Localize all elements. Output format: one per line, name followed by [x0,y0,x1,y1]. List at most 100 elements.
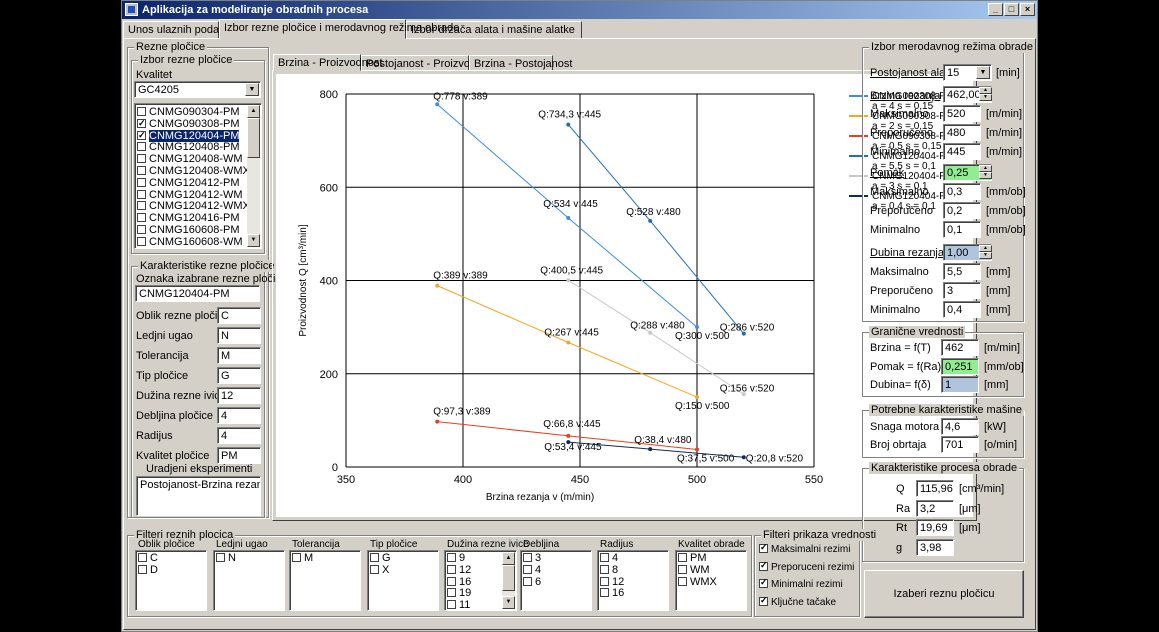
char-field[interactable]: M [217,347,261,364]
scroll-thumb[interactable] [502,565,515,591]
list-item-checkbox[interactable] [137,225,146,234]
list-item[interactable]: CNMG120416-PM [137,212,239,224]
row-value-field[interactable]: 445 [943,143,981,160]
tab-izbor-plocice[interactable]: Izbor rezne pločice i merodavnog režima … [219,19,459,39]
prikaz-checkbox[interactable] [759,595,768,606]
row-value-field[interactable]: 0,1 [943,221,981,238]
prikaz-checkbox-row[interactable]: Minimalni rezimi [759,577,843,590]
list-item[interactable]: CNMG120408-WM [137,153,243,165]
filter-item-checkbox[interactable] [600,588,609,598]
eksperimenti-list[interactable]: Postojanost-Brzina rezanja [136,476,261,516]
data-point[interactable] [648,447,653,452]
filter-item[interactable]: C [138,552,158,564]
row-value-field[interactable]: 4,6 [941,418,979,435]
chart-tab-brzina-postojanost[interactable]: Brzina - Postojanost [469,55,572,71]
filter-item-checkbox[interactable] [678,564,687,574]
filter-scrollbar[interactable]: ▲ ▼ [502,552,515,609]
filter-item[interactable]: G [370,552,391,564]
row-value-field[interactable]: 0,3 [943,183,981,200]
prikaz-checkbox[interactable] [759,560,768,571]
filter-item[interactable]: 4 [523,564,541,576]
pomak-spin-buttons[interactable]: ▲ ▼ [979,165,992,180]
data-point[interactable] [566,340,571,345]
filter-item[interactable]: PM [678,552,707,564]
spin-up-icon[interactable]: ▲ [979,245,992,252]
row-value-field[interactable]: 462 [941,339,979,356]
filter-item[interactable]: D [138,564,158,576]
char-field[interactable]: N [217,327,261,344]
filter-item[interactable]: 3 [523,552,541,564]
prikaz-checkbox[interactable] [759,577,768,588]
list-item-checkbox[interactable] [137,117,146,129]
data-point[interactable] [566,433,571,438]
row-value-field[interactable]: 5,5 [943,263,981,280]
char-field[interactable]: PM [217,447,261,464]
filter-item-checkbox[interactable] [370,564,379,574]
chevron-down-icon[interactable]: ▼ [976,66,990,79]
list-item-checkbox[interactable] [137,129,146,141]
list-item[interactable]: CNMG160608-PM [137,224,239,236]
filter-item-checkbox[interactable] [523,576,532,586]
row-value-field[interactable]: 1 [941,376,979,393]
scroll-down-icon[interactable]: ▼ [502,596,515,609]
filter-item-checkbox[interactable] [447,553,456,562]
spin-up-icon[interactable]: ▲ [979,87,992,94]
data-point[interactable] [695,447,699,452]
prikaz-checkbox-row[interactable]: Ključne tačake [759,595,836,608]
list-item[interactable]: CNMG120408-PM [137,141,239,153]
postojanost-select[interactable]: 15 ▼ [943,64,992,81]
list-item[interactable]: CNMG090308-PM [137,117,239,130]
filter-item[interactable]: 16 [600,587,624,599]
filter-item[interactable]: 9 [447,552,465,564]
filter-item-checkbox[interactable] [678,553,687,562]
spin-up-icon[interactable]: ▲ [979,165,992,172]
row-value-field[interactable]: 19,69 [916,519,954,536]
filter-item[interactable]: 12 [600,576,624,588]
filter-item-checkbox[interactable] [600,564,609,574]
filter-item[interactable]: M [292,552,313,564]
filter-item[interactable]: N [216,552,236,564]
list-item[interactable]: CNMG120404-PM [137,129,240,142]
row-value-field[interactable]: 701 [941,436,979,453]
char-field[interactable]: 12 [217,387,261,404]
list-item-checkbox[interactable] [137,201,146,211]
select-plocica-button[interactable]: Izaberi reznu pločicu [864,570,1024,618]
list-item-checkbox[interactable] [137,142,146,152]
spin-down-icon[interactable]: ▼ [979,94,992,101]
list-item-checkbox[interactable] [137,107,146,116]
char-field[interactable]: C [217,307,261,324]
dubina-spin-buttons[interactable]: ▲ ▼ [979,245,992,260]
filter-item[interactable]: WMX [678,576,717,588]
data-point[interactable] [566,278,571,283]
chevron-down-icon[interactable]: ▼ [245,83,259,96]
row-value-field[interactable]: 0,4 [943,301,981,318]
filter-item-checkbox[interactable] [447,600,456,610]
scroll-up-icon[interactable]: ▲ [247,105,260,118]
list-item[interactable]: CNMG160608-WM [137,236,243,248]
data-point[interactable] [566,122,571,127]
prikaz-checkbox-row[interactable]: Maksimalni rezimi [759,542,850,555]
filter-item-checkbox[interactable] [447,588,456,598]
spin-down-icon[interactable]: ▼ [979,252,992,259]
char-field[interactable]: 4 [217,407,261,424]
filter-item[interactable]: X [370,564,389,576]
filter-item-checkbox[interactable] [600,553,609,562]
filter-item[interactable]: 19 [447,587,471,599]
oznaka-field[interactable]: CNMG120404-PM [135,285,260,302]
scroll-down-icon[interactable]: ▼ [247,234,260,247]
list-item-checkbox[interactable] [137,189,146,199]
row-value-field[interactable]: 480 [943,124,981,141]
filter-item[interactable]: 8 [600,564,618,576]
row-value-field[interactable]: 3,98 [916,539,954,556]
list-item-checkbox[interactable] [137,166,146,175]
data-point[interactable] [435,102,440,107]
chart-tab-brzina-proizvodnost[interactable]: Brzina - Proizvodnost [273,54,383,71]
list-item[interactable]: CNMG120408-WMX [137,165,250,177]
filter-item[interactable]: WM [678,564,710,576]
scroll-up-icon[interactable]: ▲ [502,552,515,565]
filter-item-checkbox[interactable] [600,576,609,586]
prikaz-checkbox-row[interactable]: Preporuceni rezimi [759,560,854,573]
list-item[interactable]: CNMG120412-WMX [137,200,250,212]
data-point[interactable] [695,325,699,330]
char-field[interactable]: G [217,367,261,384]
